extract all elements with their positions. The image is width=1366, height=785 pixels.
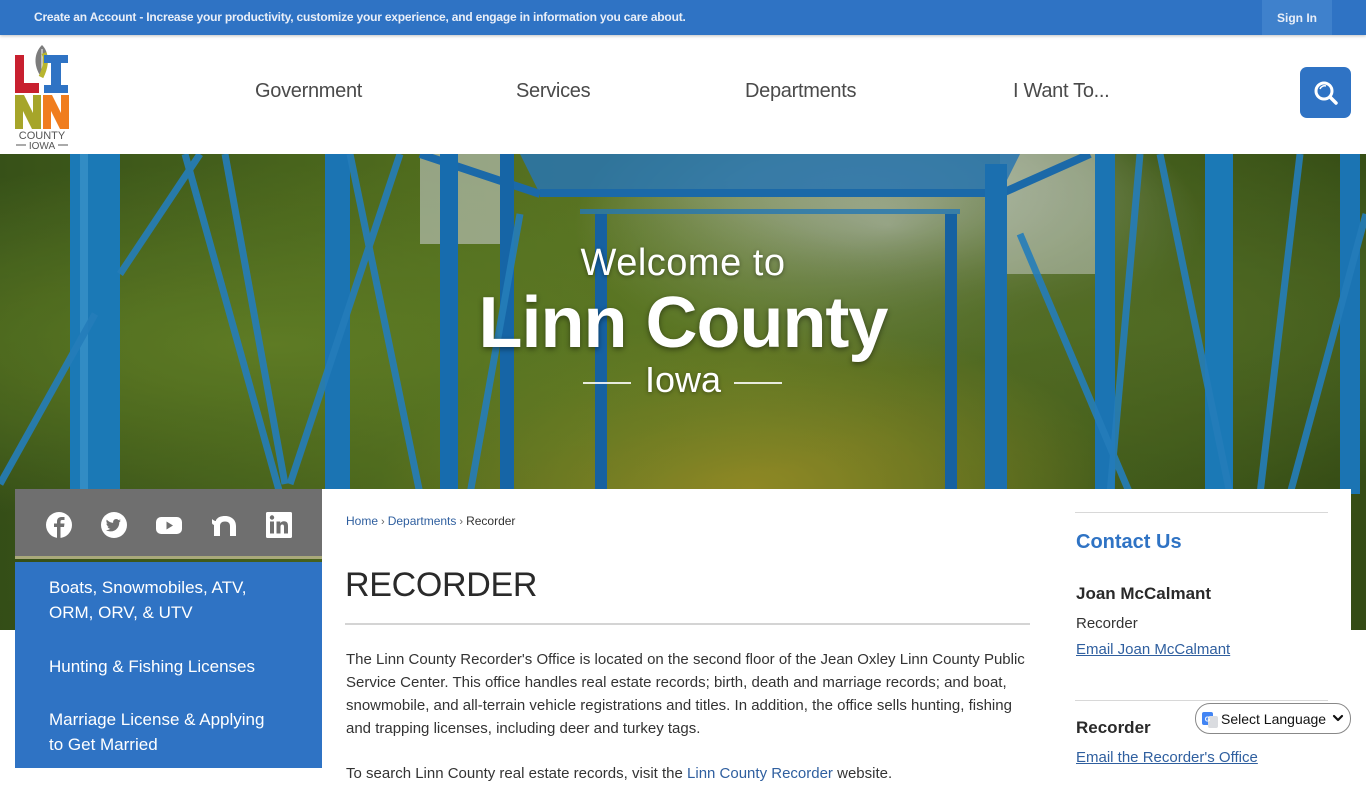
hero-welcome-text: Welcome to <box>580 242 786 284</box>
sidebar-item-label: Boats, Snowmobiles, ATV, <box>49 578 247 597</box>
language-select-value: Select Language <box>1221 711 1327 727</box>
language-select[interactable]: G Select Language <box>1195 703 1351 734</box>
nav-government[interactable]: Government <box>255 80 362 103</box>
svg-text:G: G <box>1205 717 1211 724</box>
logo-graphic: COUNTY IOWA <box>15 45 69 152</box>
breadcrumb-current: Recorder <box>466 514 516 528</box>
social-media-bar <box>15 489 322 559</box>
title-divider <box>345 623 1030 625</box>
google-translate-icon: G <box>1202 712 1218 728</box>
facebook-link[interactable] <box>45 511 73 539</box>
breadcrumb-departments[interactable]: Departments <box>388 514 457 528</box>
twitter-icon <box>101 512 127 538</box>
breadcrumb: Home › Departments › Recorder <box>346 514 515 528</box>
nav-i-want-to[interactable]: I Want To... <box>1013 80 1110 103</box>
sidebar-item-hunting-fishing[interactable]: Hunting & Fishing Licenses <box>49 654 289 679</box>
sidebar-item-boats[interactable]: Boats, Snowmobiles, ATV, ORM, ORV, & UTV <box>49 575 289 625</box>
contact-person-role: Recorder <box>1076 615 1138 632</box>
youtube-link[interactable] <box>155 511 183 539</box>
nextdoor-link[interactable] <box>210 511 238 539</box>
svg-text:IOWA: IOWA <box>29 141 56 149</box>
nextdoor-icon <box>212 516 236 536</box>
youtube-icon <box>156 517 182 534</box>
page-title: RECORDER <box>345 566 538 604</box>
facebook-icon <box>46 512 72 538</box>
chevron-down-icon <box>1332 714 1344 722</box>
sidebar-item-label: ORM, ORV, & UTV <box>49 603 193 622</box>
hero-divider-right <box>734 382 782 384</box>
intro-paragraph: The Linn County Recorder's Office is loc… <box>346 651 1025 737</box>
search-records-paragraph: To search Linn County real estate record… <box>346 762 1036 785</box>
contact-person-name: Joan McCalmant <box>1076 584 1212 603</box>
sidebar-item-label: Marriage License & Applying <box>49 710 265 729</box>
search-button[interactable] <box>1300 67 1351 118</box>
sidebar-item-label: Hunting & Fishing Licenses <box>49 657 256 676</box>
contact-divider <box>1075 700 1328 701</box>
office-heading: Recorder <box>1076 718 1151 737</box>
nav-departments[interactable]: Departments <box>745 80 857 103</box>
breadcrumb-separator: › <box>381 516 385 528</box>
sidebar-item-label: to Get Married <box>49 735 158 754</box>
twitter-link[interactable] <box>100 511 128 539</box>
sign-in-button[interactable]: Sign In <box>1262 0 1332 35</box>
email-recorder-office-link[interactable]: Email the Recorder's Office <box>1076 749 1258 766</box>
contact-top-divider <box>1075 512 1328 513</box>
search-icon <box>1314 81 1338 105</box>
hero-subtitle: Iowa <box>644 359 722 400</box>
site-header: COUNTY IOWA Government Services Departme… <box>0 35 1366 154</box>
sidebar-nav: Boats, Snowmobiles, ATV, ORM, ORV, & UTV… <box>15 562 322 768</box>
sidebar-item-marriage-license[interactable]: Marriage License & Applying to Get Marri… <box>49 707 289 757</box>
contact-us-heading: Contact Us <box>1076 531 1182 553</box>
create-account-link[interactable]: Create an Account - Increase your produc… <box>34 10 686 24</box>
breadcrumb-home[interactable]: Home <box>346 514 378 528</box>
nav-services[interactable]: Services <box>516 80 591 103</box>
linkedin-icon <box>266 512 292 538</box>
top-bar: Create an Account - Increase your produc… <box>0 0 1366 35</box>
linkedin-link[interactable] <box>265 511 293 539</box>
linn-county-logo[interactable]: COUNTY IOWA <box>14 43 70 152</box>
email-joan-link[interactable]: Email Joan McCalmant <box>1076 641 1230 658</box>
hero-title: Linn County <box>478 283 889 363</box>
breadcrumb-separator: › <box>459 516 464 528</box>
